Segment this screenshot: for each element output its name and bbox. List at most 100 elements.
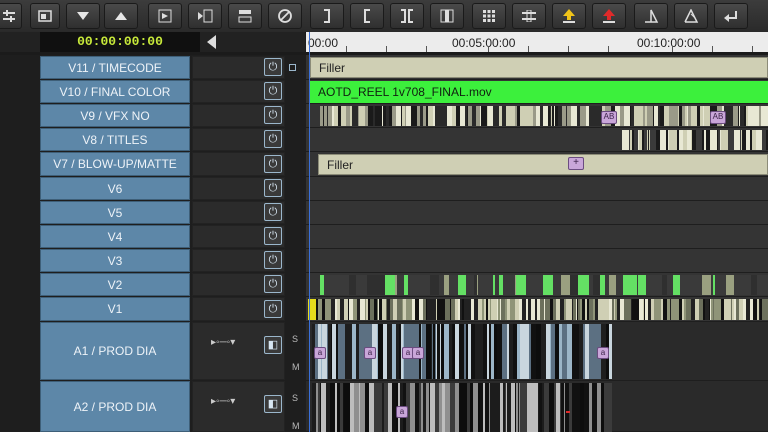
insert-icon[interactable] — [188, 3, 222, 29]
timeline-tracks[interactable]: Filler AOTD_REEL 1v708_FINAL.mov AB AB F… — [306, 55, 768, 432]
keyframe-badge[interactable]: a — [314, 347, 326, 359]
split-icon[interactable] — [390, 3, 424, 29]
track-label-v2[interactable]: V2 — [40, 273, 190, 296]
up-triangle-icon[interactable] — [104, 3, 138, 29]
track-label-a1[interactable]: A1 / PROD DIA — [40, 322, 190, 380]
solo-label[interactable]: S — [292, 334, 298, 344]
mark-out-icon[interactable] — [310, 3, 344, 29]
master-timecode[interactable]: 00:00:00:00 — [40, 32, 200, 52]
clip-segment — [543, 275, 552, 295]
track-row-v6[interactable] — [306, 177, 768, 201]
clip-segment — [726, 275, 734, 295]
monitor-icon[interactable]: ⏻ — [264, 155, 282, 173]
sync-lock-icon[interactable] — [289, 64, 296, 71]
return-icon[interactable] — [714, 3, 748, 29]
speaker-icon[interactable]: ◧ — [264, 336, 282, 354]
track-label-v4[interactable]: V4 — [40, 225, 190, 248]
extract-icon[interactable] — [148, 3, 182, 29]
track-row-v2[interactable] — [306, 273, 768, 297]
track-label-v8[interactable]: V8 / TITLES — [40, 128, 190, 151]
monitor-icon[interactable]: ⏻ — [264, 82, 282, 100]
track-label-v10[interactable]: V10 / FINAL COLOR — [40, 80, 190, 103]
filler-clip[interactable]: Filler — [318, 154, 768, 175]
track-row-v7[interactable]: Filler + — [306, 152, 768, 177]
monitor-icon[interactable]: ⏻ — [264, 130, 282, 148]
track-row-v11[interactable]: Filler — [306, 55, 768, 80]
monitor-icon[interactable]: ⏻ — [264, 58, 282, 76]
vfx-clips[interactable] — [320, 106, 768, 126]
clip-segment — [570, 275, 578, 295]
clip-segment — [376, 275, 385, 295]
track-label-v3[interactable]: V3 — [40, 249, 190, 272]
window-icon[interactable] — [30, 3, 60, 29]
v1-clips[interactable] — [316, 299, 768, 320]
keyframe-badge[interactable]: a — [412, 347, 424, 359]
title-clips[interactable] — [622, 130, 768, 150]
v2-clips[interactable] — [320, 275, 768, 295]
waveform-icon[interactable]: ▸◦─◦▾ — [211, 337, 259, 349]
track-label-v5[interactable]: V5 — [40, 201, 190, 224]
clip-segment — [458, 275, 466, 295]
track-label-v11[interactable]: V11 / TIMECODE — [40, 56, 190, 79]
final-color-clip[interactable]: AOTD_REEL 1v708_FINAL.mov — [310, 81, 768, 103]
monitor-icon[interactable]: ⏻ — [264, 106, 282, 124]
grid-icon[interactable] — [472, 3, 506, 29]
track-row-v9[interactable]: AB AB — [306, 104, 768, 128]
effect-badge[interactable]: + — [568, 157, 584, 170]
waveform-icon[interactable]: ▸◦─◦▾ — [211, 396, 259, 408]
clip-segment — [673, 275, 680, 295]
track-label-a2[interactable]: A2 / PROD DIA — [40, 381, 190, 432]
track-row-v3[interactable] — [306, 249, 768, 273]
track-row-v4[interactable] — [306, 225, 768, 249]
track-label-v1[interactable]: V1 — [40, 297, 190, 321]
down-triangle-icon[interactable] — [66, 3, 100, 29]
clip-segment — [693, 275, 702, 295]
monitor-icon[interactable]: ⏻ — [264, 179, 282, 197]
timeline-ruler[interactable]: 00:00 00:05:00:00 00:10:00:00 — [306, 32, 768, 52]
track-row-v8[interactable] — [306, 128, 768, 152]
clear-icon[interactable] — [268, 3, 302, 29]
collapse-arrow-icon[interactable] — [207, 35, 216, 49]
trim-icon[interactable] — [634, 3, 668, 29]
track-label-v7[interactable]: V7 / BLOW-UP/MATTE — [40, 152, 190, 176]
filler-clip[interactable]: Filler — [310, 57, 768, 78]
track-row-a2[interactable]: a — [306, 381, 768, 432]
mute-label[interactable]: M — [292, 362, 300, 372]
clip-segment — [449, 275, 456, 295]
a1-clips[interactable] — [312, 324, 612, 379]
track-row-a1[interactable]: a a a a a — [306, 322, 768, 381]
mark-in-icon[interactable] — [350, 3, 384, 29]
monitor-icon[interactable]: ⏻ — [264, 300, 282, 318]
keyframe-badge[interactable]: a — [396, 406, 408, 418]
monitor-icon[interactable]: ⏻ — [264, 251, 282, 269]
lift-yellow-icon[interactable] — [552, 3, 586, 29]
trim-alt-icon[interactable] — [674, 3, 708, 29]
lift-red-icon[interactable] — [592, 3, 626, 29]
solo-label[interactable]: S — [292, 393, 298, 403]
monitor-icon[interactable]: ⏻ — [264, 275, 282, 293]
ruler-label: 00:00 — [308, 36, 339, 50]
clip-segment — [764, 299, 768, 320]
speaker-icon[interactable]: ◧ — [264, 395, 282, 413]
playhead[interactable] — [309, 32, 310, 432]
track-row-v5[interactable] — [306, 201, 768, 225]
track-label-v9[interactable]: V9 / VFX NO — [40, 104, 190, 127]
track-label-v6[interactable]: V6 — [40, 177, 190, 200]
segment-icon[interactable] — [512, 3, 546, 29]
keyframe-badge[interactable]: a — [364, 347, 376, 359]
track-row-v10[interactable]: AOTD_REEL 1v708_FINAL.mov — [306, 80, 768, 104]
keyframe-badge[interactable]: a — [597, 347, 609, 359]
settings-icon[interactable] — [0, 3, 22, 29]
a2-clips[interactable] — [312, 383, 612, 432]
toolbar — [0, 0, 768, 33]
clip-segment — [719, 275, 726, 295]
effect-badge[interactable]: AB — [601, 111, 617, 124]
clip-segment — [324, 275, 331, 295]
monitor-icon[interactable]: ⏻ — [264, 203, 282, 221]
lift-icon[interactable] — [430, 3, 464, 29]
track-row-v1[interactable] — [306, 297, 768, 322]
effect-badge[interactable]: AB — [710, 111, 726, 124]
monitor-icon[interactable]: ⏻ — [264, 227, 282, 245]
overwrite-icon[interactable] — [228, 3, 262, 29]
mute-label[interactable]: M — [292, 421, 300, 431]
